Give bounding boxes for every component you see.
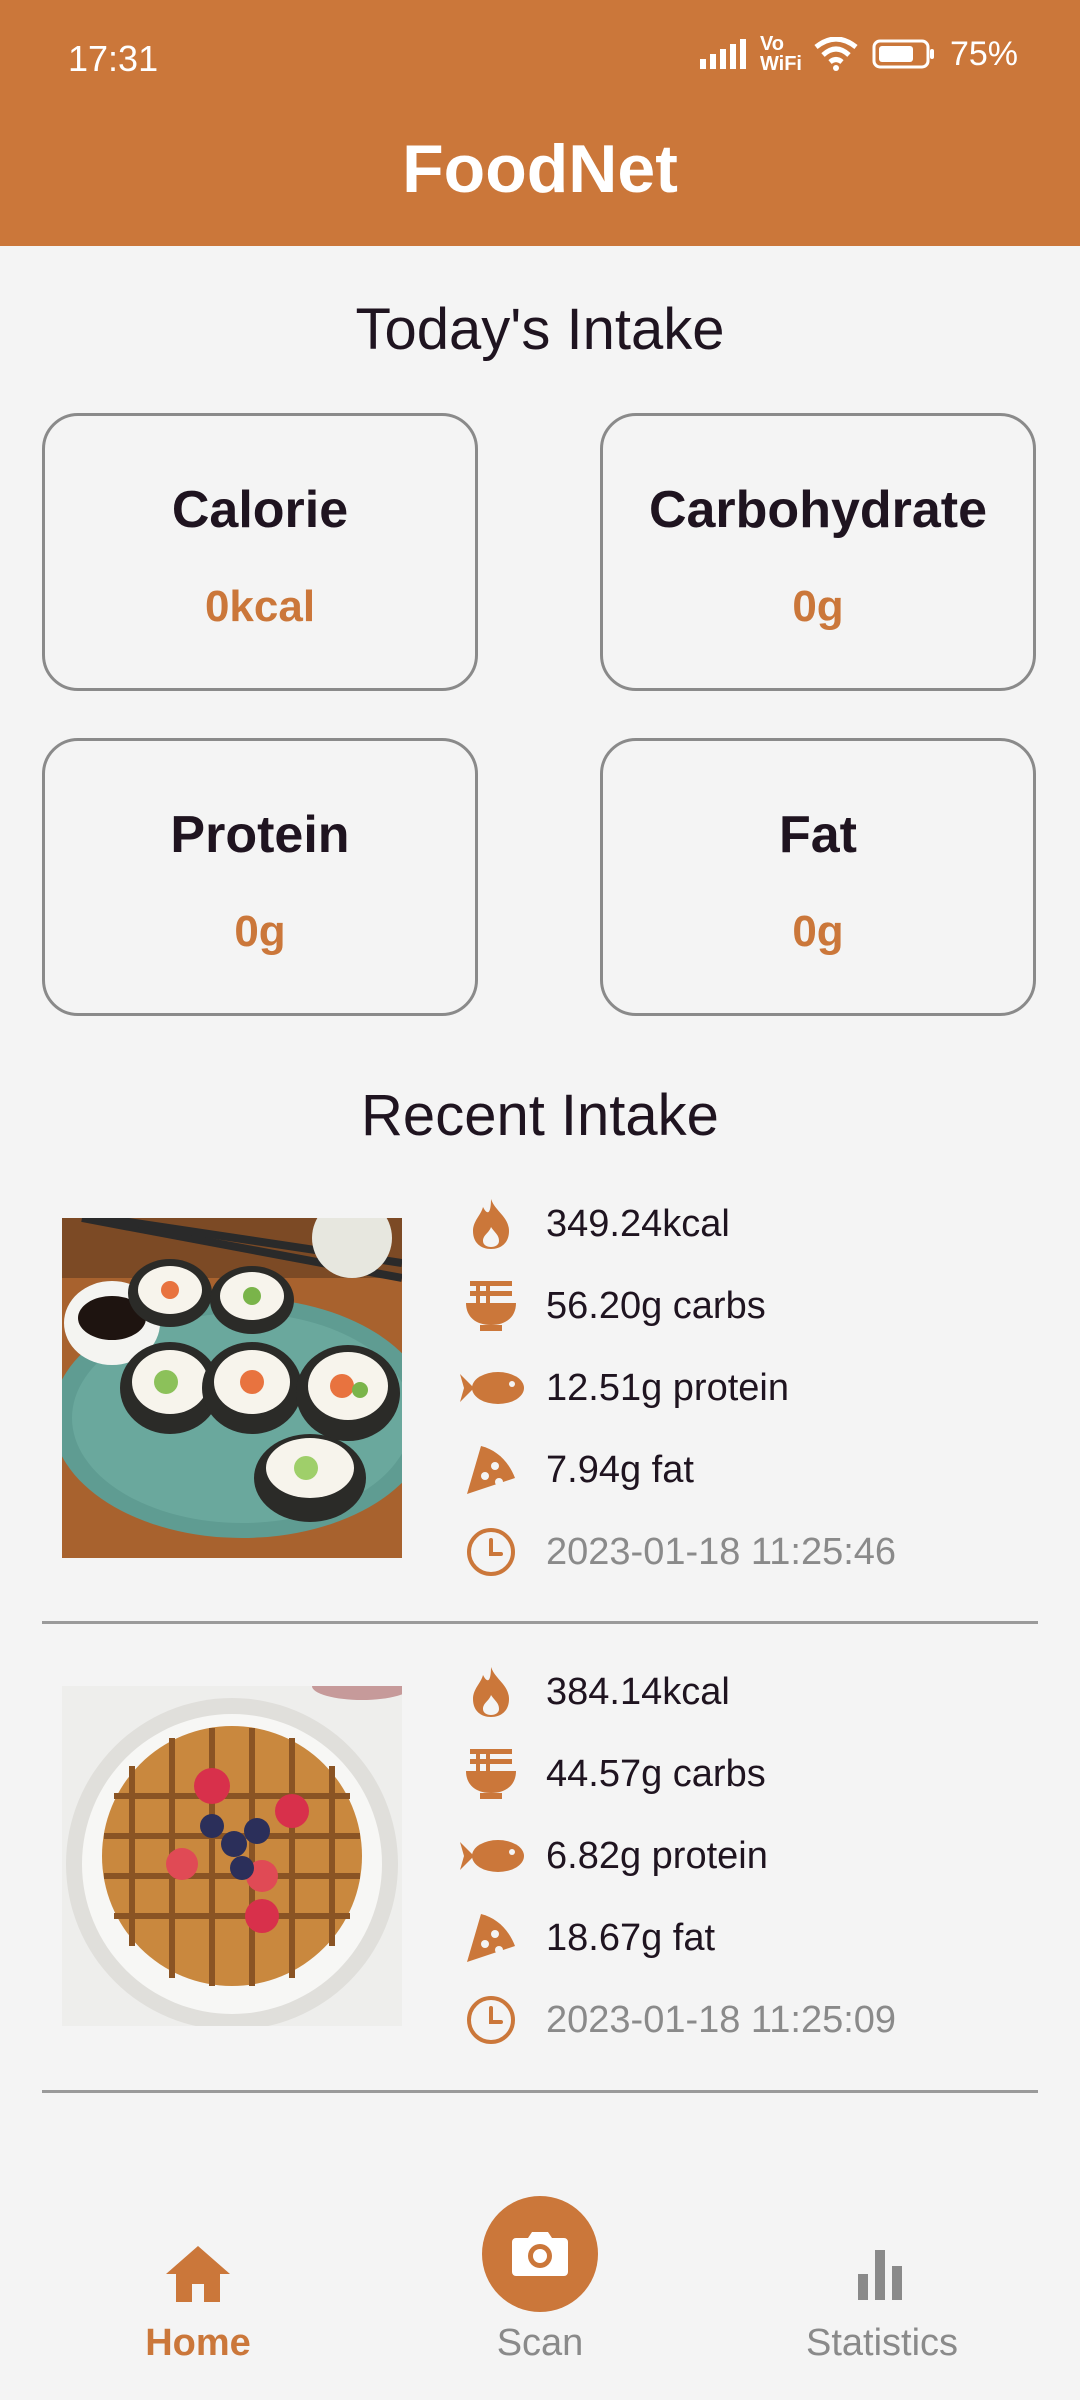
battery-icon xyxy=(872,39,934,69)
entry-fat: 18.67g fat xyxy=(546,1916,716,1959)
fish-icon xyxy=(456,1358,526,1418)
wifi-icon xyxy=(814,37,858,71)
nav-statistics[interactable]: Statistics xyxy=(732,2180,1032,2400)
clock-icon xyxy=(456,1990,526,2050)
app-bar: 17:31 Vo WiFi 75% FoodNet xyxy=(0,0,1080,246)
flame-icon xyxy=(456,1194,526,1254)
entry-carbs: 56.20g carbs xyxy=(546,1284,766,1327)
network-label: Vo WiFi xyxy=(759,33,802,75)
fish-icon xyxy=(456,1826,526,1886)
entry-calories: 384.14kcal xyxy=(546,1670,730,1713)
flame-icon xyxy=(456,1662,526,1722)
entry-timestamp: 2023-01-18 11:25:09 xyxy=(546,1998,897,2041)
sushi-photo xyxy=(62,1218,402,1558)
bowl-icon xyxy=(456,1744,526,1804)
entry-protein: 12.51g protein xyxy=(546,1366,789,1409)
time-row: 2023-01-18 11:25:09 xyxy=(456,1990,896,2050)
nav-home-label: Home xyxy=(145,2322,251,2364)
signal-icon xyxy=(699,39,746,69)
recent-intake-title: Recent Intake xyxy=(361,1083,719,1148)
fat-card: Fat 0g xyxy=(600,738,1036,1016)
bottom-nav: Home Scan Statistics xyxy=(0,2180,1080,2400)
carbs-row: 56.20g carbs xyxy=(456,1276,766,1336)
camera-icon xyxy=(512,2232,568,2276)
bar-chart-icon xyxy=(858,2250,902,2300)
calorie-value: 0kcal xyxy=(204,582,316,631)
nav-statistics-label: Statistics xyxy=(805,2322,959,2364)
fat-label: Fat xyxy=(779,806,857,864)
entry-carbs: 44.57g carbs xyxy=(546,1752,766,1795)
app-title: FoodNet xyxy=(402,131,678,207)
calorie-row: 349.24kcal xyxy=(456,1194,730,1254)
divider xyxy=(42,2090,1038,2093)
pizza-icon xyxy=(456,1908,526,1968)
nav-scan-label: Scan xyxy=(496,2322,584,2364)
carbohydrate-card: Carbohydrate 0g xyxy=(600,413,1036,691)
todays-intake-title: Today's Intake xyxy=(355,297,725,362)
calorie-row: 384.14kcal xyxy=(456,1662,730,1722)
pizza-icon xyxy=(456,1440,526,1500)
list-item[interactable]: 384.14kcal 44.57g carbs 6.82g protein 18… xyxy=(0,1662,1080,2132)
fat-row: 18.67g fat xyxy=(456,1908,715,1968)
home-icon xyxy=(166,2246,230,2302)
battery-level: 75% xyxy=(949,34,1018,73)
bowl-icon xyxy=(456,1276,526,1336)
protein-value: 0g xyxy=(234,907,286,956)
fat-value: 0g xyxy=(792,907,844,956)
carbohydrate-value: 0g xyxy=(792,582,844,631)
carbohydrate-label: Carbohydrate xyxy=(648,481,988,539)
protein-label: Protein xyxy=(170,806,350,864)
status-icons: Vo WiFi 75% xyxy=(699,33,1018,75)
entry-timestamp: 2023-01-18 11:25:46 xyxy=(546,1530,897,1573)
fat-row: 7.94g fat xyxy=(456,1440,694,1500)
nav-home[interactable]: Home xyxy=(48,2180,348,2400)
entry-protein: 6.82g protein xyxy=(546,1834,768,1877)
entry-calories: 349.24kcal xyxy=(546,1202,730,1245)
carbs-row: 44.57g carbs xyxy=(456,1744,766,1804)
protein-row: 6.82g protein xyxy=(456,1826,768,1886)
entry-fat: 7.94g fat xyxy=(546,1448,694,1491)
nav-scan[interactable]: Scan xyxy=(390,2180,690,2400)
clock-icon xyxy=(456,1522,526,1582)
divider xyxy=(42,1621,1038,1624)
time-row: 2023-01-18 11:25:46 xyxy=(456,1522,896,1582)
calorie-label: Calorie xyxy=(171,481,349,539)
list-item[interactable]: 349.24kcal 56.20g carbs 12.51g protein 7… xyxy=(0,1194,1080,1664)
waffle-photo xyxy=(62,1686,402,2026)
protein-row: 12.51g protein xyxy=(456,1358,789,1418)
scan-button[interactable] xyxy=(482,2196,598,2312)
status-time: 17:31 xyxy=(68,38,159,79)
protein-card: Protein 0g xyxy=(42,738,478,1016)
calorie-card: Calorie 0kcal xyxy=(42,413,478,691)
